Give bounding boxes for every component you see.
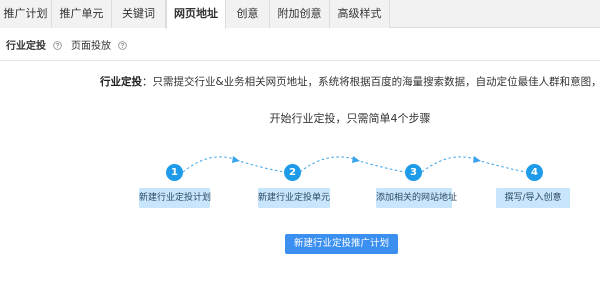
step-number-4: 4 bbox=[526, 164, 543, 181]
industry-targeting-description: 行业定投：只需提交行业&业务相关网页地址，系统将根据百度的海量搜索数据，自动定位… bbox=[100, 74, 600, 90]
page-root: 推广计划 推广单元 关键词 网页地址 创意 附加创意 高级样式 行业定投 页面投… bbox=[0, 0, 600, 300]
tab-advanced-style[interactable]: 高级样式 bbox=[330, 0, 390, 28]
step-3-add-website: 添加相关的网站地址 bbox=[376, 188, 457, 208]
description-label: 行业定投 bbox=[100, 76, 142, 88]
step-number-3: 3 bbox=[405, 164, 422, 181]
tab-campaign[interactable]: 推广计划 bbox=[0, 0, 52, 28]
subtab-industry-targeting-label: 行业定投 bbox=[6, 41, 46, 52]
tab-creative[interactable]: 创意 bbox=[226, 0, 270, 28]
tab-ad-group[interactable]: 推广单元 bbox=[52, 0, 112, 28]
subtab-industry-targeting[interactable]: 行业定投 bbox=[6, 40, 63, 54]
subtab-page-placement[interactable]: 页面投放 bbox=[71, 40, 127, 54]
step-number-2: 2 bbox=[284, 164, 301, 181]
help-circle-icon[interactable] bbox=[53, 41, 63, 50]
step-2-create-ad-group: 新建行业定投单元 bbox=[258, 188, 330, 208]
step-number-1: 1 bbox=[166, 164, 183, 181]
help-circle-icon[interactable] bbox=[118, 41, 127, 50]
top-tab-bar: 推广计划 推广单元 关键词 网页地址 创意 附加创意 高级样式 bbox=[0, 0, 600, 29]
create-industry-campaign-button[interactable]: 新建行业定投推广计划 bbox=[285, 234, 398, 254]
description-text: ：只需提交行业&业务相关网页地址，系统将根据百度的海量搜索数据，自动定位最佳人群… bbox=[142, 76, 600, 88]
subtab-page-placement-label: 页面投放 bbox=[71, 41, 111, 52]
tab-extra-creative[interactable]: 附加创意 bbox=[270, 0, 330, 28]
subtab-divider bbox=[0, 60, 600, 61]
tab-web-address[interactable]: 网页地址 bbox=[166, 0, 226, 29]
tab-keywords[interactable]: 关键词 bbox=[112, 0, 166, 28]
steps-title: 开始行业定投，只需简单4个步骤 bbox=[269, 112, 431, 125]
step-1-create-campaign: 新建行业定投计划 bbox=[139, 188, 211, 208]
step-4-write-creative: 撰写/导入创意 bbox=[496, 188, 570, 208]
